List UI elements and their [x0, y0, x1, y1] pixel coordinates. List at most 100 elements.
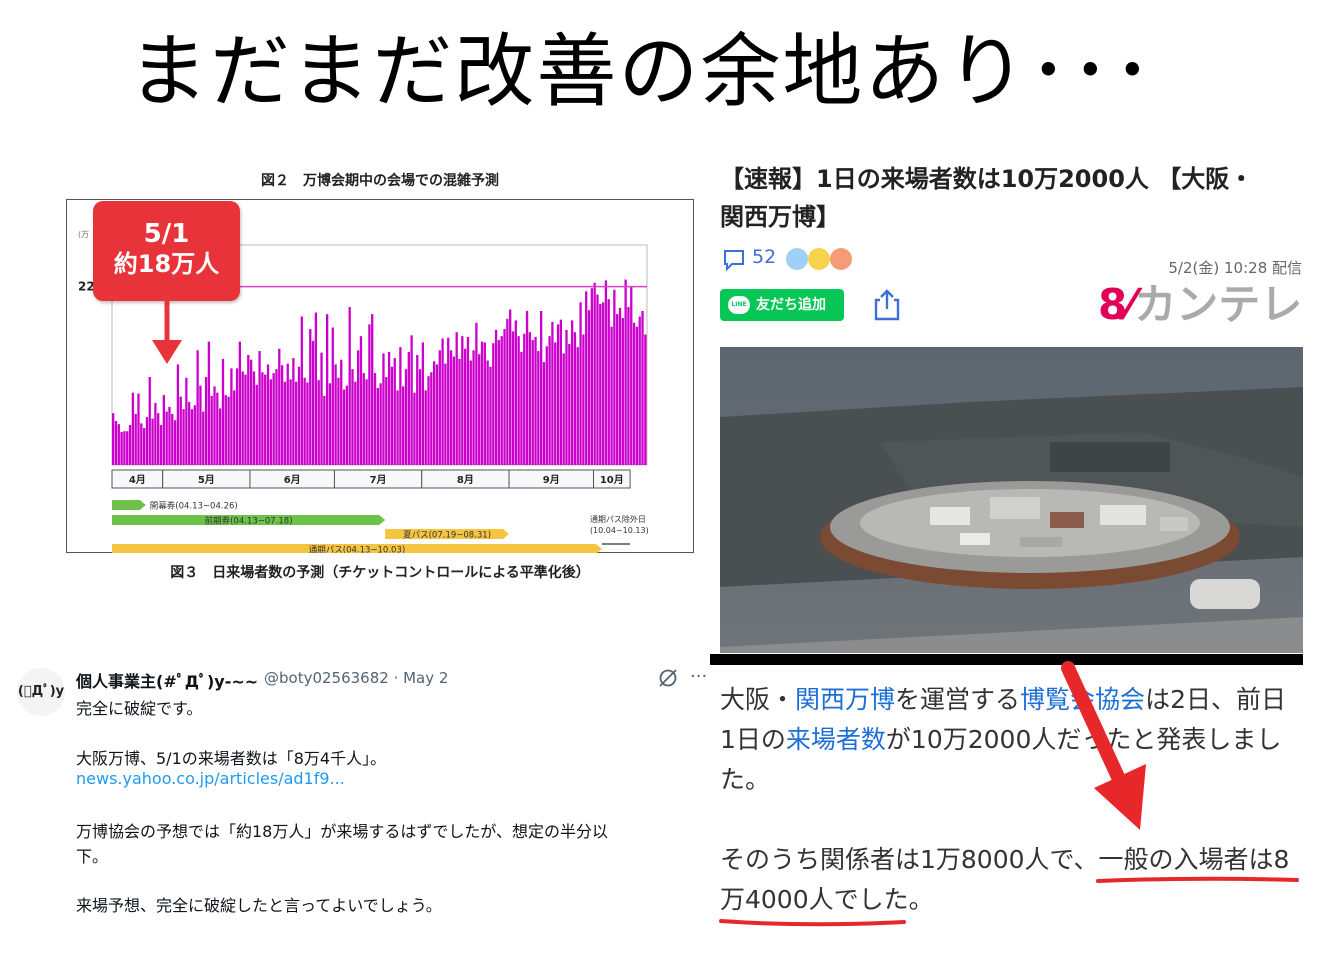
chart-bar [182, 409, 185, 465]
chart-bar [596, 294, 599, 465]
chart-bar [171, 413, 174, 465]
chart-bar [497, 340, 501, 465]
chart-bar [359, 336, 363, 465]
more-options-icon[interactable]: ··· [690, 666, 707, 687]
ticket-bar-label: 開幕券(04.13~04.26) [150, 501, 238, 512]
reaction-face-icon[interactable] [808, 248, 830, 270]
line-button-label: 友だち追加 [756, 297, 826, 313]
chart-bar [356, 350, 360, 465]
tweet-handle[interactable]: @boty02563682 · May 2 [264, 669, 448, 687]
chart-bar [573, 332, 577, 465]
news-body-text: 大阪・ [720, 685, 796, 714]
chart-bar [340, 359, 343, 465]
tweet-article-link[interactable]: news.yahoo.co.jp/articles/ad1f9... [76, 769, 345, 788]
tweet-author-name[interactable]: 個人事業主(#ﾟДﾟ)y-~~ [76, 668, 258, 692]
ticket-bar-label: (10.04~10.13) [590, 526, 649, 535]
keyword-link-expo[interactable]: 関西万博 [795, 685, 895, 714]
figure3-caption: 図３ 日来場者数の予測（チケットコントロールによる平準化後） [170, 565, 590, 581]
chart-bar [435, 364, 439, 465]
chart-bar [433, 361, 436, 465]
chart-bar [323, 395, 326, 465]
chart-bar [368, 324, 371, 465]
chart-bar [233, 390, 236, 465]
chart-bar [202, 411, 205, 465]
chart-bar [610, 326, 613, 465]
chart-bar [258, 351, 261, 465]
chart-bar [416, 355, 419, 465]
grok-icon[interactable] [657, 667, 679, 689]
reaction-face-icon[interactable] [830, 248, 852, 270]
chart-bar [407, 351, 410, 465]
chart-bar [227, 396, 230, 465]
chart-bar [548, 336, 551, 465]
news-body-text: を運営する [895, 685, 1021, 714]
chart-bar [492, 343, 495, 465]
share-icon[interactable] [872, 288, 902, 322]
month-tick-label: 10月 [600, 474, 624, 486]
callout-arrow-icon [152, 300, 182, 364]
ktv-brand-logo[interactable]: 8⁄カンテレ [1098, 280, 1302, 330]
reaction-face-icon[interactable] [786, 248, 808, 270]
chart-bar [264, 374, 267, 465]
chart-bar [618, 307, 622, 465]
chart-bar [354, 381, 357, 465]
chart-bar [151, 418, 154, 465]
chart-bar [311, 340, 315, 465]
chart-bar [489, 366, 492, 465]
chart-bar [534, 336, 537, 465]
chart-bar [362, 373, 365, 465]
chart-bar [379, 383, 382, 465]
chart-bar [463, 348, 467, 465]
line-add-friend-button[interactable]: LINE 友だち追加 [720, 289, 844, 321]
callout-value: 約18万人 [113, 250, 220, 278]
chart-bar [303, 377, 306, 465]
chart-bar [320, 352, 323, 465]
chart-bar [261, 372, 264, 465]
chart-bar [396, 390, 399, 465]
news-body-line: た。 [720, 765, 771, 794]
chart-bar [483, 342, 486, 465]
ticket-bar-label: 前期券(04.13~07.18) [205, 516, 293, 527]
chart-bar [295, 381, 298, 465]
chart-bar [213, 386, 216, 465]
chart-bar [621, 318, 624, 465]
chart-bar [517, 336, 520, 465]
news-body-line: 1日の来場者数が10万2000人だったと発表しまし [720, 720, 1281, 760]
news-body-text: 1日の [720, 725, 786, 754]
chart-bar [466, 336, 470, 465]
chart-bar [244, 374, 247, 465]
chart-bar [342, 389, 346, 465]
chart-bar [545, 346, 548, 465]
chart-bar [145, 417, 149, 465]
chart-bar [520, 351, 523, 465]
chart-bar [587, 310, 591, 465]
comment-count[interactable]: 52 [752, 246, 776, 268]
chart-bar [630, 286, 633, 465]
chart-bar [162, 395, 165, 465]
chart-bar [402, 386, 405, 465]
chart-bar [568, 344, 571, 465]
annotation-underline [1096, 876, 1299, 883]
chart-bar [365, 379, 368, 465]
avatar[interactable]: (ﾟДﾟ)y [17, 668, 65, 716]
comment-icon[interactable] [722, 248, 746, 272]
chart-bar [297, 366, 301, 465]
chart-bar [249, 359, 253, 465]
chart-bar [537, 351, 540, 465]
chart-bar [235, 368, 239, 465]
chart-bar [148, 377, 151, 465]
chart-bar [117, 424, 120, 465]
chart-bar [120, 432, 123, 465]
chart-bar [424, 390, 427, 465]
line-logo-icon: LINE [728, 296, 750, 314]
news-headline-line: 【速報】1日の来場者数は10万2000人 【大阪・ [720, 165, 1254, 193]
chart-bar [486, 360, 489, 465]
chart-bar [452, 356, 456, 465]
chart-bar [601, 302, 605, 465]
chart-bar [554, 342, 557, 465]
keyword-link-visitors[interactable]: 来場者数 [786, 725, 886, 754]
chart-bar [286, 363, 289, 465]
news-headline[interactable]: 【速報】1日の来場者数は10万2000人 【大阪・ 関西万博】 [720, 160, 1310, 236]
chart-bar [112, 413, 115, 465]
chart-bar [385, 377, 388, 465]
